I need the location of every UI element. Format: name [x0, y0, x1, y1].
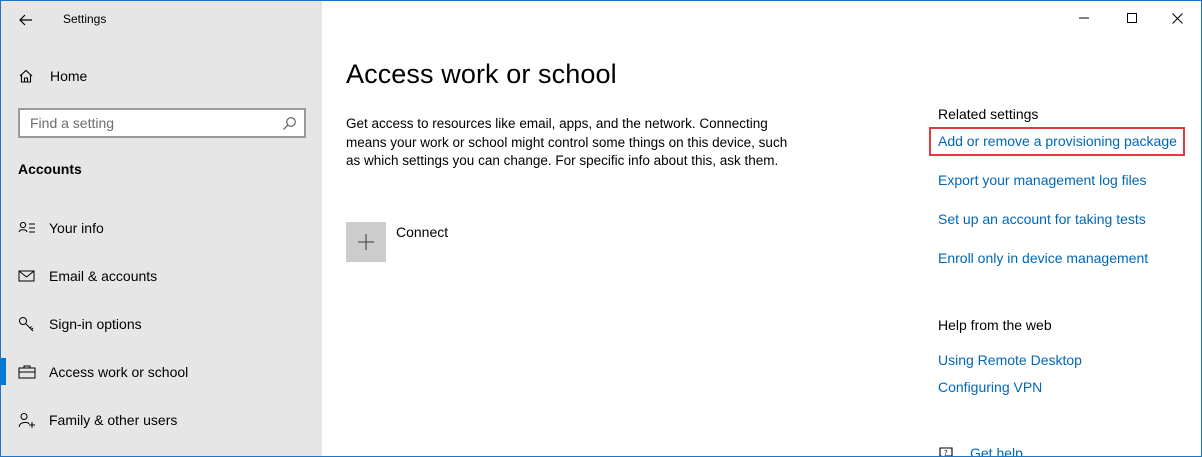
- home-label: Home: [50, 68, 88, 84]
- back-arrow-icon: [19, 14, 32, 26]
- briefcase-icon: [18, 365, 36, 379]
- search-input[interactable]: Find a setting: [18, 108, 306, 138]
- person-card-icon: [18, 221, 35, 233]
- sidebar-item-label: Access work or school: [49, 364, 189, 380]
- minimize-button[interactable]: [1061, 1, 1107, 35]
- chat-help-icon: ?: [939, 447, 953, 457]
- search-icon[interactable]: [282, 116, 297, 131]
- minimize-icon: [1079, 17, 1089, 19]
- app-title: Settings: [63, 12, 107, 26]
- sidebar-item-sign-in-options[interactable]: Sign-in options: [1, 305, 322, 343]
- connect-label: Connect: [396, 224, 449, 240]
- person-add-icon: [18, 413, 35, 428]
- sidebar: Settings Home Find a setting Accounts Yo…: [1, 1, 322, 456]
- selected-indicator: [1, 358, 6, 385]
- key-icon: [19, 317, 34, 332]
- link-add-remove-provisioning-package[interactable]: Add or remove a provisioning package: [938, 133, 1177, 149]
- sidebar-item-label: Email & accounts: [49, 268, 158, 284]
- plus-icon: [358, 234, 374, 250]
- back-button[interactable]: [11, 7, 41, 33]
- svg-text:?: ?: [944, 449, 948, 457]
- connect-tile: [346, 222, 386, 262]
- link-export-management-log-files[interactable]: Export your management log files: [938, 172, 1147, 188]
- close-button[interactable]: [1154, 1, 1200, 35]
- sidebar-item-family-other-users[interactable]: Family & other users: [1, 401, 322, 439]
- link-configuring-vpn[interactable]: Configuring VPN: [938, 379, 1042, 395]
- settings-window: Settings Home Find a setting Accounts Yo…: [0, 0, 1202, 457]
- home-nav-item[interactable]: Home: [1, 63, 322, 89]
- sidebar-item-label: Family & other users: [49, 412, 178, 428]
- related-settings-heading: Related settings: [938, 106, 1039, 122]
- sidebar-item-your-info[interactable]: Your info: [1, 209, 322, 247]
- maximize-button[interactable]: [1109, 1, 1155, 35]
- sidebar-item-email-accounts[interactable]: Email & accounts: [1, 257, 322, 295]
- page-title: Access work or school: [346, 59, 617, 89]
- section-title: Accounts: [18, 161, 82, 177]
- help-heading: Help from the web: [938, 317, 1052, 333]
- close-icon: [1171, 12, 1183, 24]
- link-using-remote-desktop[interactable]: Using Remote Desktop: [938, 352, 1082, 368]
- link-enroll-device-management[interactable]: Enroll only in device management: [938, 250, 1148, 266]
- sidebar-item-label: Your info: [49, 220, 104, 236]
- sidebar-item-label: Sign-in options: [49, 316, 142, 332]
- home-icon: [19, 69, 33, 83]
- get-help-label: Get help: [970, 445, 1023, 457]
- link-set-up-test-account[interactable]: Set up an account for taking tests: [938, 211, 1146, 227]
- envelope-icon: [18, 270, 35, 282]
- maximize-icon: [1127, 13, 1137, 23]
- connect-button[interactable]: Connect: [346, 222, 506, 262]
- page-description: Get access to resources like email, apps…: [346, 116, 788, 168]
- sidebar-item-access-work-or-school[interactable]: Access work or school: [1, 353, 322, 391]
- search-placeholder: Find a setting: [30, 115, 115, 131]
